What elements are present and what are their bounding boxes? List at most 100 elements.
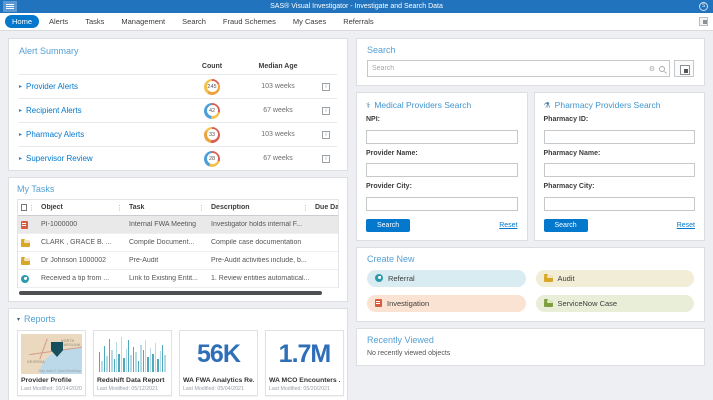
task-description: Pre-Audit activities include, b... [211, 257, 307, 264]
report-card-redshift[interactable]: Redshift Data Report Last Modified: 05/1… [92, 330, 172, 396]
tab-tasks[interactable]: Tasks [78, 15, 111, 28]
report-card-title[interactable]: WA MCO Encounters ... [269, 377, 340, 384]
search-input[interactable] [372, 65, 649, 72]
info-icon[interactable]: i [322, 82, 330, 91]
task-object[interactable]: Received a tip from ... [38, 275, 126, 282]
alert-row-recipient[interactable]: ▸ Recipient Alerts 42 67 weeks i [19, 98, 337, 122]
create-new-panel: Create New Referral Audit Investigation … [356, 246, 705, 322]
task-row[interactable]: Dr Johnson 1000002 Pre-Audit Pre-Audit a… [18, 252, 338, 270]
provider-city-label: Provider City: [366, 183, 412, 190]
tab-fraud-schemes[interactable]: Fraud Schemes [216, 15, 283, 28]
info-icon[interactable]: i [322, 106, 330, 115]
audit-folder-icon [21, 238, 30, 247]
create-investigation-button[interactable]: Investigation [367, 294, 526, 312]
alert-summary-header: Count Median Age [19, 56, 337, 74]
report-card-wa-fwa[interactable]: 56K WA FWA Analytics Re... Last Modified… [178, 330, 258, 396]
alert-row-label[interactable]: Provider Alerts [26, 82, 78, 91]
page-content: Alert Summary Count Median Age ▸ Provider… [0, 31, 713, 400]
task-row[interactable]: CLARK , GRACE B. ... Compile Document...… [18, 234, 338, 252]
report-card-title[interactable]: Provider Profile [21, 377, 82, 384]
task-object[interactable]: Dr Johnson 1000002 [38, 257, 126, 264]
task-object[interactable]: CLARK , GRACE B. ... [38, 239, 126, 246]
alert-row-supervisor[interactable]: ▸ Supervisor Review 28 67 weeks i [19, 146, 337, 170]
report-card-provider-profile[interactable]: NORTH CAROLINA GEORGIA Map data © OpenSt… [17, 330, 86, 396]
pharmacy-name-field[interactable] [543, 163, 695, 177]
description-column-header[interactable]: Description [211, 204, 250, 211]
reports-title[interactable]: Reports [24, 314, 56, 324]
pharmacy-providers-search-panel: ⚗ Pharmacy Providers Search Pharmacy ID:… [533, 92, 705, 241]
saved-searches-icon[interactable] [674, 60, 694, 77]
global-search-box[interactable]: ⚙ [367, 60, 670, 77]
expand-caret-icon[interactable]: ▸ [19, 107, 22, 114]
column-menu-icon[interactable]: ⋮ [302, 204, 309, 212]
task-name[interactable]: Pre-Audit [126, 257, 208, 264]
expand-caret-icon[interactable]: ▸ [19, 83, 22, 90]
alert-row-label[interactable]: Supervisor Review [26, 154, 93, 163]
alert-count-donut: 33 [204, 126, 220, 143]
my-tasks-panel: My Tasks ⋮ Object ⋮ Task ⋮ Description ⋮ Du… [8, 177, 348, 302]
medical-search-button[interactable]: Search [366, 218, 411, 232]
app-bar: SAS® Visual Investigator - Investigate a… [0, 0, 713, 13]
task-row[interactable]: Received a tip from ... Link to Existing… [18, 270, 338, 288]
npi-field[interactable] [366, 129, 518, 144]
right-column: Search ⚙ ⚕ Medical Providers Search NPI: [356, 38, 705, 400]
provider-name-field[interactable] [366, 163, 518, 177]
object-type-icon [21, 204, 27, 211]
task-name[interactable]: Compile Document... [126, 239, 208, 246]
provider-city-field[interactable] [366, 196, 518, 211]
column-menu-icon[interactable]: ⋮ [198, 204, 205, 212]
info-icon[interactable]: i [322, 154, 330, 163]
audit-folder-icon [543, 274, 553, 282]
tab-home[interactable]: Home [5, 15, 40, 28]
info-icon[interactable]: i [322, 130, 330, 139]
pharmacy-city-field[interactable] [543, 196, 695, 211]
column-menu-icon[interactable]: ⋮ [28, 204, 35, 212]
task-description: Investigator holds internal F... [211, 221, 303, 228]
task-object[interactable]: PI-1000000 [38, 221, 126, 228]
user-account-icon[interactable]: S [699, 2, 708, 11]
task-column-header[interactable]: Task [129, 204, 144, 211]
create-audit-button[interactable]: Audit [535, 269, 694, 287]
tab-alerts[interactable]: Alerts [42, 15, 75, 28]
report-card-title[interactable]: Redshift Data Report [97, 377, 168, 384]
task-name[interactable]: Link to Existing Entit... [126, 275, 208, 282]
servicenow-case-icon [543, 299, 553, 307]
alert-row-label[interactable]: Recipient Alerts [26, 106, 82, 115]
column-menu-icon[interactable]: ⋮ [116, 204, 123, 212]
collapse-caret-icon[interactable]: ▾ [17, 316, 20, 323]
tab-referrals[interactable]: Referrals [336, 15, 380, 28]
create-referral-button[interactable]: Referral [367, 269, 526, 287]
task-row[interactable]: PI-1000000 Internal FWA Meeting Investig… [18, 216, 338, 234]
tab-search[interactable]: Search [175, 15, 213, 28]
create-servicenow-case-button[interactable]: ServiceNow Case [535, 294, 694, 312]
search-icon[interactable] [659, 65, 665, 72]
tab-management[interactable]: Management [114, 15, 172, 28]
search-settings-icon[interactable]: ⚙ [649, 65, 655, 73]
alert-row-label[interactable]: Pharmacy Alerts [26, 130, 84, 139]
provider-search-row: ⚕ Medical Providers Search NPI: Provider… [356, 92, 705, 241]
expand-caret-icon[interactable]: ▸ [19, 131, 22, 138]
alert-row-pharmacy[interactable]: ▸ Pharmacy Alerts 33 103 weeks i [19, 122, 337, 146]
alert-row-provider[interactable]: ▸ Provider Alerts 245 103 weeks i [19, 74, 337, 98]
tab-my-cases[interactable]: My Cases [286, 15, 333, 28]
customize-page-icon[interactable] [699, 17, 708, 26]
audit-folder-icon [21, 256, 30, 265]
task-name[interactable]: Internal FWA Meeting [126, 221, 208, 228]
medical-providers-search-panel: ⚕ Medical Providers Search NPI: Provider… [356, 92, 528, 241]
object-column-header[interactable]: Object [41, 204, 63, 211]
pharmacy-reset-link[interactable]: Reset [677, 222, 695, 229]
report-card-wa-mco[interactable]: 1.7M WA MCO Encounters ... Last Modified… [264, 330, 344, 396]
due-date-column-header[interactable]: Due Date [315, 204, 338, 211]
report-card-title[interactable]: WA FWA Analytics Re... [183, 377, 254, 384]
expand-caret-icon[interactable]: ▸ [19, 155, 22, 162]
my-tasks-table: ⋮ Object⋮ Task⋮ Description⋮ Due Date⋮ P… [17, 199, 339, 288]
horizontal-scrollbar[interactable] [19, 291, 322, 295]
pharmacy-search-button[interactable]: Search [543, 218, 588, 232]
medical-icon: ⚕ [366, 100, 371, 110]
create-new-title: Create New [367, 253, 415, 264]
investigation-icon [21, 220, 28, 229]
pharmacy-id-field[interactable] [543, 129, 695, 144]
kpi-value: 1.7M [278, 340, 332, 368]
left-column: Alert Summary Count Median Age ▸ Provider… [8, 38, 348, 400]
medical-reset-link[interactable]: Reset [499, 222, 517, 229]
